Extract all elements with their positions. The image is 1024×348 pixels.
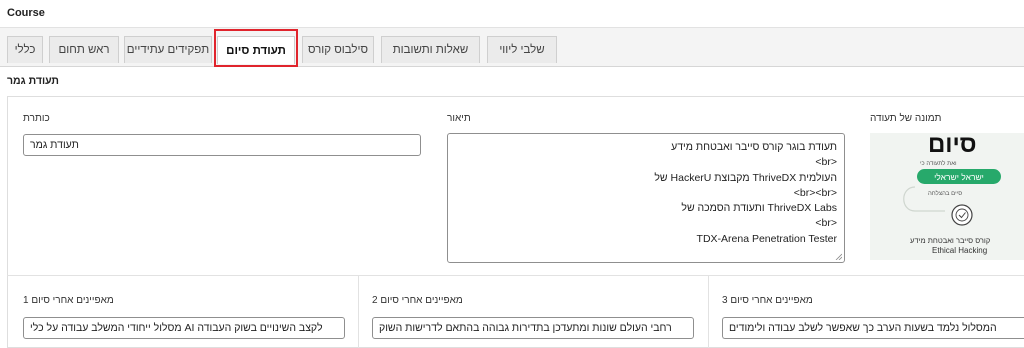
- tab-support-stages[interactable]: שלבי ליווי: [487, 36, 557, 63]
- column-divider: [358, 276, 359, 348]
- image-label: תמונה של תעודה: [870, 113, 942, 124]
- tab-future-roles[interactable]: תפקידים עתידיים: [124, 36, 212, 63]
- feature3-label: מאפיינים אחרי סיום 3: [722, 295, 813, 306]
- feature2-input[interactable]: רחבי העולם שונות ומתעדכן בתדירות גבוהה ב…: [372, 317, 694, 339]
- title-label: כותרת: [23, 113, 50, 124]
- feature2-label: מאפיינים אחרי סיום 2: [372, 295, 463, 306]
- description-label: תיאור: [447, 113, 471, 124]
- course-title: Course: [7, 7, 45, 19]
- feature1-label: מאפיינים אחרי סיום 1: [23, 295, 114, 306]
- tabs-bar: כללי ראש תחום תפקידים עתידיים תעודת סיום…: [0, 28, 1024, 67]
- cert-course-line: קורס סייבר ואבטחת מידע: [910, 236, 991, 245]
- description-textarea[interactable]: תעודת בוגר קורס סייבר ואבטחת מידע <br> ה…: [447, 133, 845, 263]
- tab-faq[interactable]: שאלות ותשובות: [381, 36, 480, 63]
- tab-certificate[interactable]: תעודת סיום: [217, 36, 295, 64]
- row-divider: [7, 275, 1024, 276]
- course-header: Course: [0, 0, 1024, 28]
- cert-name-pill: ישראל ישראלי: [917, 169, 1001, 184]
- feature1-input[interactable]: לקצב השינויים בשוק העבודה AI מסלול ייחוד…: [23, 317, 345, 339]
- title-input[interactable]: תעודת גמר: [23, 134, 421, 156]
- cert-graphic: [903, 186, 973, 226]
- tab-syllabus[interactable]: סילבוס קורס: [302, 36, 374, 63]
- cert-intro: ואת לתעודה כי: [920, 161, 957, 167]
- tab-general[interactable]: כללי: [7, 36, 43, 63]
- feature3-input[interactable]: המסלול נלמד בשעות הערב כך שאפשר לשלב עבו…: [722, 317, 1024, 339]
- cert-heading: סיום: [928, 133, 977, 158]
- column-divider: [708, 276, 709, 348]
- section-title: תעודת גמר: [7, 75, 59, 87]
- cert-track-line: Ethical Hacking: [932, 246, 988, 255]
- cert-completed: סיים בהצלחה: [928, 191, 963, 197]
- tab-domain-head[interactable]: ראש תחום: [49, 36, 119, 63]
- certificate-image[interactable]: סיום ואת לתעודה כי ישראל ישראלי סיים בהצ…: [870, 133, 1024, 260]
- resize-grip-icon[interactable]: [835, 253, 842, 260]
